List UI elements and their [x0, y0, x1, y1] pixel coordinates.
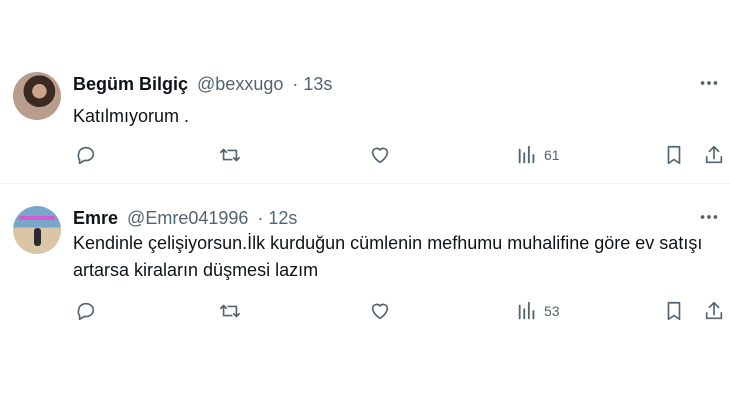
share-button[interactable]	[703, 298, 725, 324]
timestamp[interactable]: · 13s	[292, 74, 332, 94]
handle[interactable]: @Emre041996	[127, 208, 248, 228]
avatar[interactable]	[13, 206, 61, 254]
views-chart-icon	[518, 301, 535, 320]
reply-icon	[77, 146, 95, 165]
divider	[0, 183, 730, 184]
tweet-text: Kendinle çelişiyorsun.İlk kurduğun cümle…	[73, 233, 703, 280]
retweet-icon	[220, 148, 240, 162]
reply-button[interactable]	[75, 298, 97, 324]
share-button[interactable]	[703, 142, 725, 168]
retweet-button[interactable]	[219, 298, 241, 324]
views-count: 53	[544, 303, 560, 319]
timestamp[interactable]: · 12s	[257, 208, 297, 228]
bookmark-icon	[667, 145, 681, 165]
tweet-header: Emre @Emre041996 · 12s	[73, 207, 297, 229]
like-button[interactable]	[369, 142, 391, 168]
action-bar: 61	[73, 142, 723, 168]
like-button[interactable]	[369, 298, 391, 324]
avatar[interactable]	[13, 72, 61, 120]
bookmark-button[interactable]	[663, 298, 685, 324]
action-bar: 53	[73, 298, 723, 324]
bookmark-button[interactable]	[663, 142, 685, 168]
retweet-icon	[220, 304, 240, 318]
reply-button[interactable]	[75, 142, 97, 168]
share-icon	[705, 301, 723, 320]
views-count: 61	[544, 147, 560, 163]
tweet-header: Begüm Bilgiç @bexxugo · 13s	[73, 73, 332, 95]
heart-icon	[371, 303, 389, 320]
retweet-button[interactable]	[219, 142, 241, 168]
more-icon[interactable]	[698, 72, 720, 94]
bookmark-icon	[667, 301, 681, 321]
views-button[interactable]: 53	[516, 298, 560, 324]
views-chart-icon	[518, 145, 535, 164]
views-button[interactable]: 61	[516, 142, 560, 168]
heart-icon	[371, 147, 389, 164]
display-name[interactable]: Begüm Bilgiç	[73, 74, 188, 94]
display-name[interactable]: Emre	[73, 208, 118, 228]
tweet-text: Katılmıyorum .	[73, 106, 190, 126]
more-icon[interactable]	[698, 206, 720, 228]
handle[interactable]: @bexxugo	[197, 74, 283, 94]
reply-icon	[77, 302, 95, 321]
share-icon	[705, 145, 723, 164]
